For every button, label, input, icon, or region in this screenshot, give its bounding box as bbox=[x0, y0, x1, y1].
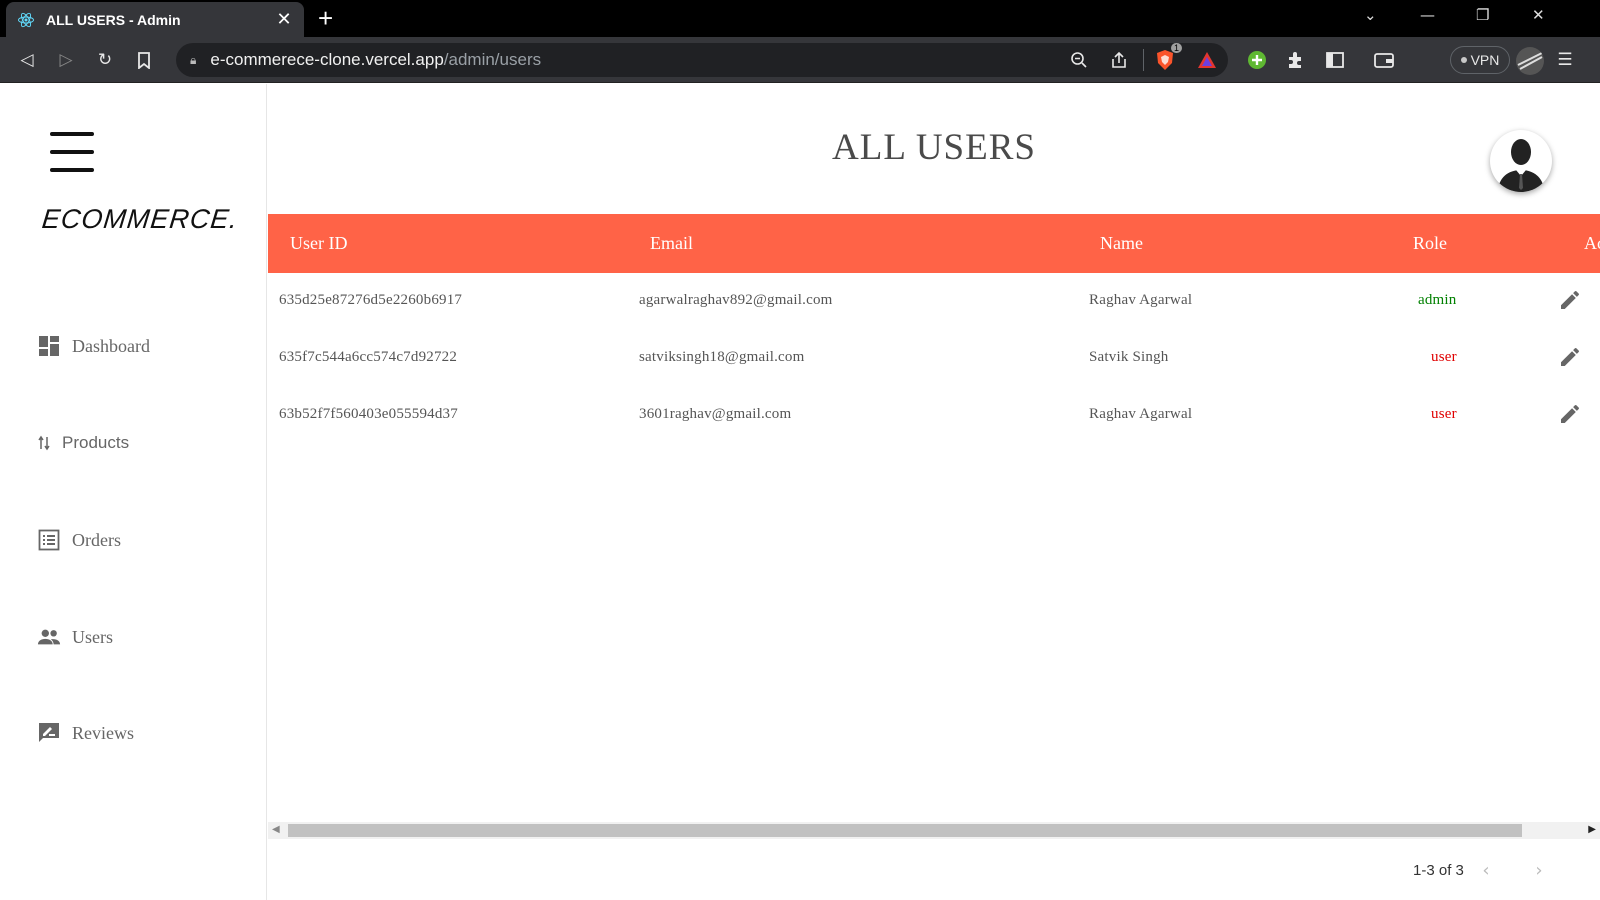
new-tab-button[interactable]: + bbox=[318, 4, 333, 32]
cell-user-id: 63b52f7f560403e055594d37 bbox=[279, 406, 458, 422]
extension-green-icon[interactable] bbox=[1244, 47, 1270, 73]
sidebar-item-users[interactable]: Users bbox=[37, 625, 113, 649]
wallet-icon[interactable] bbox=[1371, 47, 1397, 73]
window-close-icon[interactable]: ✕ bbox=[1532, 6, 1545, 24]
sidebar-item-label: Products bbox=[62, 433, 130, 452]
page-title: ALL USERS bbox=[832, 127, 1036, 168]
column-header-actions[interactable]: Ac bbox=[1584, 233, 1600, 254]
avatar-person-icon bbox=[1498, 139, 1544, 192]
forward-icon[interactable]: ▷ bbox=[53, 47, 79, 73]
sidebar-item-label: Users bbox=[72, 626, 113, 647]
table-header: User ID Email Name Role Ac bbox=[268, 214, 1600, 273]
sidebar-item-label: Reviews bbox=[72, 722, 134, 743]
profile-avatar-icon[interactable] bbox=[1516, 47, 1544, 75]
rate-review-icon bbox=[37, 721, 61, 745]
cell-user-id: 635d25e87276d5e2260b6917 bbox=[279, 292, 463, 308]
browser-tab[interactable]: ALL USERS - Admin ✕ bbox=[6, 2, 304, 37]
edit-pencil-icon[interactable] bbox=[1558, 288, 1582, 312]
user-avatar[interactable] bbox=[1490, 130, 1552, 192]
share-icon[interactable] bbox=[1106, 47, 1132, 73]
edit-pencil-icon[interactable] bbox=[1558, 402, 1582, 426]
cell-name: Raghav Agarwal bbox=[1089, 406, 1193, 422]
sidebar-item-orders[interactable]: Orders bbox=[37, 528, 121, 552]
sidebar-item-label: Orders bbox=[72, 529, 121, 550]
lock-icon: 🔒︎ bbox=[190, 52, 197, 67]
sidebar-item-reviews[interactable]: Reviews bbox=[37, 721, 134, 745]
url-host: e-commerece-clone.vercel.app bbox=[210, 50, 444, 69]
vpn-label: VPN bbox=[1470, 52, 1500, 68]
table-row[interactable]: 63b52f7f560403e055594d37 3601raghav@gmai… bbox=[268, 387, 1600, 444]
brave-rewards-icon[interactable] bbox=[1194, 47, 1220, 73]
tab-search-chevron-icon[interactable]: ⌄ bbox=[1364, 6, 1377, 24]
sidebar-item-products[interactable]: Products bbox=[37, 431, 129, 455]
cell-name: Raghav Agarwal bbox=[1089, 292, 1193, 308]
horizontal-scrollbar[interactable]: ◀ ▶ bbox=[268, 822, 1600, 839]
dashboard-icon bbox=[37, 334, 61, 358]
sort-arrows-icon bbox=[37, 431, 51, 455]
tab-title: ALL USERS - Admin bbox=[46, 11, 181, 28]
back-icon[interactable]: ◁ bbox=[14, 47, 40, 73]
cell-email: agarwalraghav892@gmail.com bbox=[639, 292, 833, 308]
edit-pencil-icon[interactable] bbox=[1558, 345, 1582, 369]
extensions-puzzle-icon[interactable] bbox=[1283, 47, 1309, 73]
column-header-role[interactable]: Role bbox=[1413, 233, 1447, 254]
brand-logo[interactable]: ECOMMERCE. bbox=[40, 204, 239, 235]
vpn-status-dot bbox=[1460, 57, 1467, 63]
reload-icon[interactable]: ↻ bbox=[92, 47, 118, 73]
brave-shield-icon[interactable]: 1 bbox=[1152, 43, 1182, 73]
url-path: /admin/users bbox=[443, 50, 542, 69]
cell-role: admin bbox=[1418, 292, 1457, 308]
cell-email: 3601raghav@gmail.com bbox=[639, 406, 792, 422]
sidebar-item-label: Dashboard bbox=[72, 335, 150, 356]
cell-role: user bbox=[1431, 349, 1457, 365]
restore-icon[interactable]: ❐ bbox=[1476, 6, 1489, 24]
browser-menu-icon[interactable]: ☰ bbox=[1552, 47, 1578, 73]
people-icon bbox=[37, 625, 61, 649]
column-header-name[interactable]: Name bbox=[1100, 233, 1143, 254]
scroll-right-arrow-icon[interactable]: ▶ bbox=[1588, 824, 1596, 835]
react-favicon-icon bbox=[16, 10, 36, 30]
table-row[interactable]: 635d25e87276d5e2260b6917 agarwalraghav89… bbox=[268, 273, 1600, 330]
previous-page-icon[interactable]: ‹ bbox=[1474, 858, 1498, 882]
tab-close-icon[interactable]: ✕ bbox=[274, 9, 294, 30]
cell-user-id: 635f7c544a6cc574c7d92722 bbox=[279, 349, 458, 365]
browser-tab-bar: ALL USERS - Admin ✕ + ⌄ — ❐ ✕ bbox=[0, 0, 1600, 37]
hamburger-menu-icon[interactable] bbox=[50, 132, 94, 172]
toolbar-divider bbox=[1143, 49, 1144, 71]
main-content: ALL USERS User ID Email Name Role Ac 635… bbox=[268, 84, 1600, 900]
scroll-left-arrow-icon[interactable]: ◀ bbox=[272, 824, 280, 835]
scrollbar-thumb[interactable] bbox=[288, 824, 1522, 837]
column-header-user-id[interactable]: User ID bbox=[290, 233, 347, 254]
cell-role: user bbox=[1431, 406, 1457, 422]
table-row[interactable]: 635f7c544a6cc574c7d92722 satviksingh18@g… bbox=[268, 330, 1600, 387]
next-page-icon[interactable]: › bbox=[1527, 858, 1551, 882]
sidebar-toggle-icon[interactable] bbox=[1322, 47, 1348, 73]
minimize-icon[interactable]: — bbox=[1420, 6, 1435, 24]
column-header-email[interactable]: Email bbox=[650, 233, 693, 254]
shield-badge: 1 bbox=[1170, 43, 1182, 53]
admin-sidebar: ECOMMERCE. Dashboard Products Orders Use… bbox=[0, 84, 267, 900]
cell-email: satviksingh18@gmail.com bbox=[639, 349, 805, 365]
bookmark-icon[interactable] bbox=[131, 47, 157, 73]
cell-name: Satvik Singh bbox=[1089, 349, 1169, 365]
vpn-button[interactable]: VPN bbox=[1450, 46, 1510, 74]
list-icon bbox=[37, 528, 61, 552]
browser-toolbar: ◁ ▷ ↻ 🔒︎ e-commerece-clone.vercel.app/ad… bbox=[0, 37, 1600, 83]
pagination-range: 1-3 of 3 bbox=[1413, 862, 1464, 879]
zoom-icon[interactable] bbox=[1066, 47, 1092, 73]
sidebar-item-dashboard[interactable]: Dashboard bbox=[37, 334, 150, 358]
